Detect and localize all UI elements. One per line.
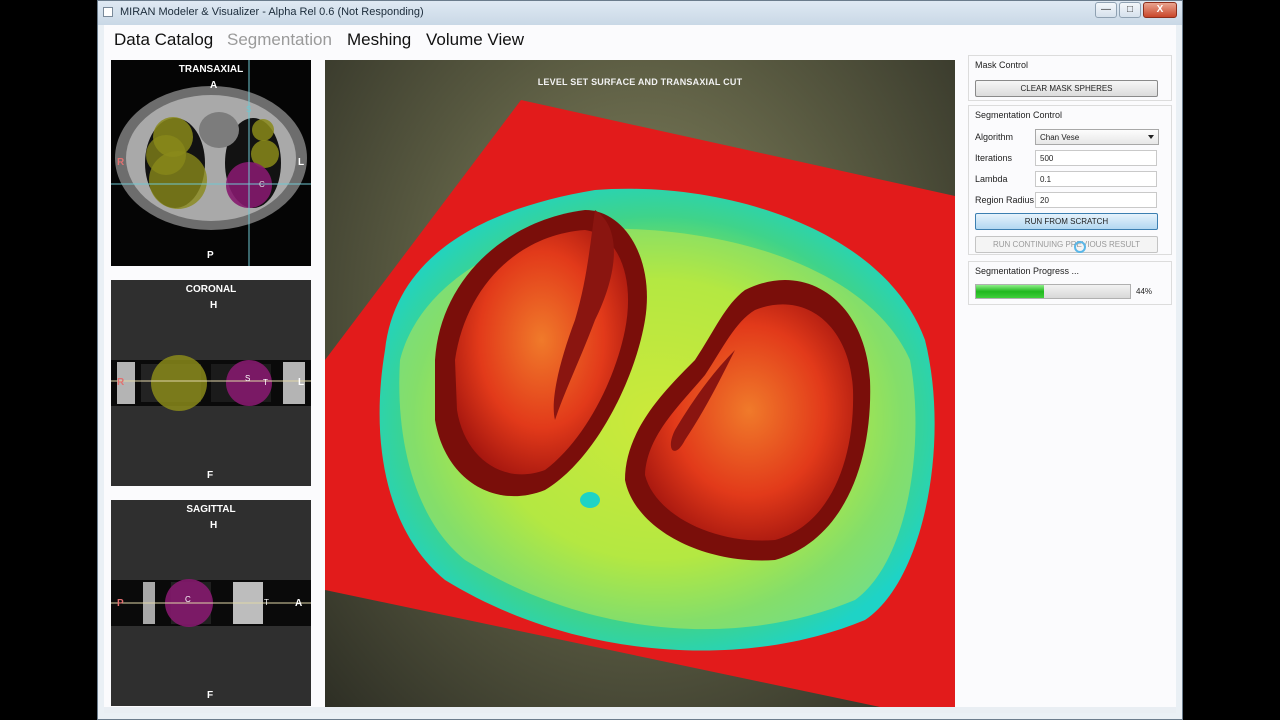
coronal-view[interactable]: CORONAL H F R L S T bbox=[111, 280, 311, 486]
orientation-foot: F bbox=[207, 690, 214, 701]
mask-sphere[interactable] bbox=[149, 151, 207, 209]
menu-data-catalog[interactable]: Data Catalog bbox=[114, 30, 213, 50]
menu-segmentation[interactable]: Segmentation bbox=[227, 30, 332, 50]
client-area: Data Catalog Segmentation Meshing Volume… bbox=[104, 25, 1176, 713]
orientation-right: R bbox=[117, 157, 125, 168]
orientation-right: R bbox=[117, 377, 125, 388]
algorithm-value: Chan Vese bbox=[1040, 133, 1080, 142]
orientation-left: L bbox=[298, 377, 305, 388]
segmentation-control-group: Segmentation Control Algorithm Chan Vese… bbox=[968, 105, 1172, 255]
close-button[interactable]: X bbox=[1143, 2, 1177, 18]
title-bar[interactable]: MIRAN Modeler & Visualizer - Alpha Rel 0… bbox=[98, 1, 1182, 25]
control-panel: Mask Control CLEAR MASK SPHERES Segmenta… bbox=[968, 55, 1176, 715]
run-continuing-button[interactable]: RUN CONTINUING PREVIOUS RESULT bbox=[975, 236, 1158, 253]
orientation-left: L bbox=[298, 157, 305, 168]
minimize-button[interactable]: — bbox=[1095, 2, 1117, 18]
app-window: MIRAN Modeler & Visualizer - Alpha Rel 0… bbox=[97, 0, 1183, 720]
run-from-scratch-button[interactable]: RUN FROM SCRATCH bbox=[975, 213, 1158, 230]
menu-volume-view[interactable]: Volume View bbox=[426, 30, 524, 50]
busy-cursor-icon bbox=[1074, 241, 1086, 253]
level-set-render bbox=[325, 100, 955, 707]
group-title: Segmentation Control bbox=[975, 110, 1063, 120]
chevron-down-icon bbox=[1148, 135, 1154, 139]
segmentation-progress-bar bbox=[975, 284, 1131, 299]
view-title: TRANSAXIAL bbox=[178, 64, 244, 75]
vessel-marker bbox=[580, 492, 600, 508]
algorithm-select[interactable]: Chan Vese bbox=[1035, 129, 1159, 145]
progress-percent: 44% bbox=[1136, 287, 1153, 296]
status-bar bbox=[104, 707, 1176, 713]
progress-group: Segmentation Progress ... 44% bbox=[968, 261, 1172, 305]
algorithm-label: Algorithm bbox=[975, 132, 1014, 142]
orientation-head: H bbox=[210, 520, 218, 531]
menu-bar: Data Catalog Segmentation Meshing Volume… bbox=[104, 25, 1176, 53]
view-title: SAGITTAL bbox=[186, 504, 236, 515]
lambda-input[interactable]: 0.1 bbox=[1035, 171, 1157, 187]
mask-control-group: Mask Control CLEAR MASK SPHERES bbox=[968, 55, 1172, 101]
app-icon bbox=[103, 7, 113, 17]
sagittal-marker: S bbox=[245, 374, 251, 383]
3d-viewport[interactable]: LEVEL SET SURFACE AND TRANSAXIAL CUT bbox=[325, 60, 955, 707]
coronal-marker: C bbox=[259, 180, 265, 189]
menu-meshing[interactable]: Meshing bbox=[347, 30, 411, 50]
orientation-posterior: P bbox=[207, 250, 214, 261]
coronal-marker: C bbox=[185, 595, 191, 604]
progress-fill bbox=[976, 285, 1044, 298]
orientation-anterior: A bbox=[295, 598, 303, 609]
progress-title: Segmentation Progress ... bbox=[975, 266, 1080, 276]
orientation-foot: F bbox=[207, 470, 214, 481]
mask-sphere[interactable] bbox=[252, 119, 274, 141]
transaxial-marker: T bbox=[263, 378, 268, 387]
view-title: CORONAL bbox=[185, 284, 237, 295]
region-radius-label: Region Radius bbox=[975, 195, 1035, 205]
iterations-input[interactable]: 500 bbox=[1035, 150, 1157, 166]
maximize-button[interactable]: □ bbox=[1119, 2, 1141, 18]
mask-sphere[interactable] bbox=[151, 355, 207, 411]
window-title: MIRAN Modeler & Visualizer - Alpha Rel 0… bbox=[120, 6, 424, 18]
transaxial-view[interactable]: TRANSAXIAL A P R L S C bbox=[111, 60, 311, 266]
lambda-label: Lambda bbox=[975, 174, 1008, 184]
group-title: Mask Control bbox=[975, 60, 1029, 70]
clear-mask-spheres-button[interactable]: CLEAR MASK SPHERES bbox=[975, 80, 1158, 97]
orientation-anterior: A bbox=[210, 80, 218, 91]
orientation-posterior: P bbox=[117, 598, 124, 609]
transaxial-marker: T bbox=[264, 598, 269, 607]
orientation-head: H bbox=[210, 300, 218, 311]
region-radius-input[interactable]: 20 bbox=[1035, 192, 1157, 208]
sagittal-view[interactable]: SAGITTAL H F P A C T bbox=[111, 500, 311, 706]
iterations-label: Iterations bbox=[975, 153, 1013, 163]
sagittal-marker: S bbox=[246, 105, 252, 114]
